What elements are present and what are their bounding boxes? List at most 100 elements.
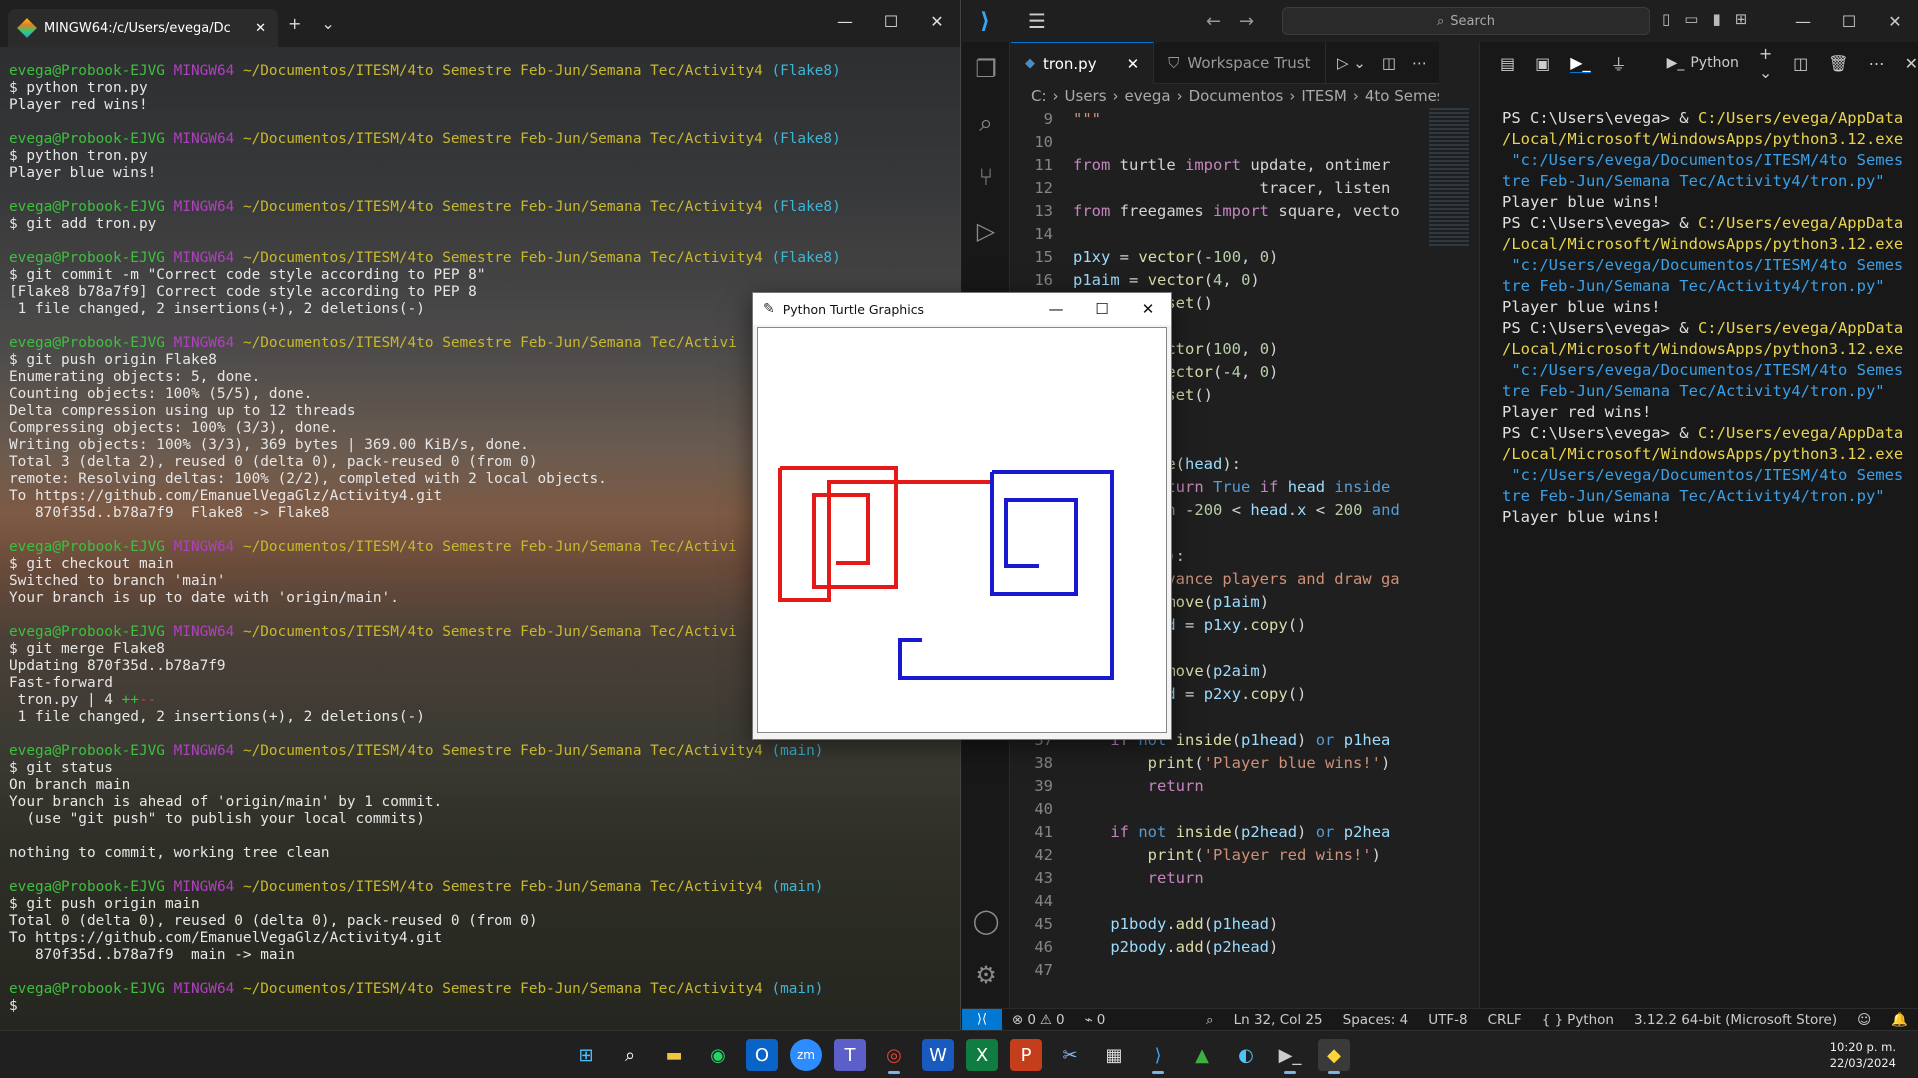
turtle-close-button[interactable]: ✕ [1125, 293, 1171, 325]
code-line[interactable]: 11 from turtle import update, ontimer [1011, 154, 1401, 177]
split-terminal-icon[interactable]: ◫ [1793, 54, 1808, 73]
output-icon[interactable]: ▣ [1535, 54, 1550, 73]
menu-icon[interactable]: ☰ [1028, 9, 1046, 33]
back-icon[interactable]: ← [1206, 11, 1221, 32]
command-search-input[interactable]: ⌕ Search [1282, 7, 1650, 35]
code-line[interactable]: 13 from freegames import square, vecto [1011, 200, 1401, 223]
customize-layout-icon[interactable]: ⊞ [1735, 10, 1748, 28]
breadcrumb-item[interactable]: 4to Semestre Feb [1365, 87, 1439, 105]
code-line[interactable]: 47 [1011, 959, 1401, 982]
code-line[interactable]: 41 if not inside(p2head) or p2hea [1011, 821, 1401, 844]
python-taskbar-icon[interactable]: ◆ [1318, 1039, 1350, 1074]
teams-icon[interactable]: T [834, 1039, 866, 1071]
more-actions-icon[interactable]: ⋯ [1869, 54, 1885, 73]
code-line[interactable]: 43 return [1011, 867, 1401, 890]
code-line[interactable]: 38 print('Player blue wins!') [1011, 752, 1401, 775]
whatsapp-icon[interactable]: ◉ [702, 1039, 734, 1071]
cursor-position[interactable]: Ln 32, Col 25 [1224, 1012, 1333, 1028]
terminal-tab[interactable]: MINGW64:/c/Users/evega/Dc ✕ [8, 9, 278, 47]
toggle-secondary-sidebar-icon[interactable]: ▮ [1712, 10, 1720, 28]
new-tab-button[interactable]: + [278, 14, 311, 33]
code-line[interactable]: 44 [1011, 890, 1401, 913]
word-icon[interactable]: W [922, 1039, 954, 1071]
close-panel-icon[interactable]: ✕ [1905, 54, 1918, 73]
minimize-button[interactable]: — [822, 0, 868, 42]
snipping-tool-icon[interactable]: ✂ [1054, 1039, 1086, 1071]
more-actions-icon[interactable]: ⋯ [1412, 54, 1427, 72]
code-line[interactable]: 9 """ [1011, 108, 1401, 131]
code-line[interactable]: 12 tracer, listen [1011, 177, 1401, 200]
edge-icon[interactable]: ◐ [1230, 1039, 1262, 1071]
breadcrumb-item[interactable]: evega [1125, 87, 1171, 105]
vscode-minimize-button[interactable]: — [1780, 0, 1826, 42]
vscode-maximize-button[interactable]: ☐ [1826, 0, 1872, 42]
terminal-icon[interactable]: ▶_ [1570, 53, 1591, 73]
breadcrumb-item[interactable]: ITESM [1301, 87, 1347, 105]
excel-icon[interactable]: X [966, 1039, 998, 1071]
powerpoint-icon[interactable]: P [1010, 1039, 1042, 1071]
vscode-close-button[interactable]: ✕ [1872, 0, 1918, 42]
close-button[interactable]: ✕ [914, 0, 960, 42]
new-terminal-icon[interactable]: + ⌄ [1759, 44, 1773, 82]
tab-workspace-trust[interactable]: ⛉ Workspace Trust [1154, 42, 1326, 84]
code-line[interactable]: 40 [1011, 798, 1401, 821]
search-icon[interactable]: ⌕ [614, 1039, 646, 1071]
maximize-button[interactable]: ☐ [868, 0, 914, 42]
run-python-file-icon[interactable]: ▷ ⌄ [1337, 54, 1366, 72]
code-line[interactable]: 42 print('Player red wins!') [1011, 844, 1401, 867]
toggle-sidebar-icon[interactable]: ▯ [1662, 10, 1670, 28]
search-view-icon[interactable]: ⌕ [962, 96, 1010, 150]
zoom-icon[interactable]: ⌕ [1196, 1012, 1224, 1028]
split-editor-icon[interactable]: ◫ [1382, 54, 1396, 72]
code-line[interactable]: 46 p2body.add(p2head) [1011, 936, 1401, 959]
terminal-taskbar-icon[interactable]: ▶_ [1274, 1039, 1306, 1074]
code-line[interactable]: 39 return [1011, 775, 1401, 798]
tab-tron-py[interactable]: ◆ tron.py ✕ [1011, 42, 1155, 84]
vscode-taskbar-icon[interactable]: ⟩ [1142, 1039, 1174, 1074]
kill-terminal-icon[interactable]: 🗑 [1828, 54, 1848, 73]
language-mode[interactable]: { } Python [1532, 1012, 1624, 1028]
close-tab-icon[interactable]: ✕ [1127, 55, 1140, 73]
problems-icon[interactable]: ▤ [1500, 54, 1515, 73]
tab-dropdown-icon[interactable]: ⌄ [311, 14, 344, 33]
encoding[interactable]: UTF-8 [1418, 1012, 1477, 1028]
end-of-line[interactable]: CRLF [1478, 1012, 1532, 1028]
breadcrumb-item[interactable]: Users [1065, 87, 1107, 105]
start-icon[interactable]: ⊞ [570, 1039, 602, 1071]
breadcrumb-item[interactable]: C: [1031, 87, 1047, 105]
chrome-icon[interactable]: ◎ [878, 1039, 910, 1074]
run-debug-icon[interactable]: ▷ [962, 204, 1010, 258]
copilot-icon[interactable]: ☺ [1847, 1012, 1881, 1028]
notifications-icon[interactable]: 🔔 [1881, 1012, 1918, 1028]
source-control-icon[interactable]: ⑂ [962, 150, 1010, 204]
toggle-panel-icon[interactable]: ▭ [1684, 10, 1698, 28]
indentation[interactable]: Spaces: 4 [1333, 1012, 1419, 1028]
code-line[interactable]: 45 p1body.add(p1head) [1011, 913, 1401, 936]
turtle-minimize-button[interactable]: — [1033, 293, 1079, 325]
code-line[interactable]: 15 p1xy = vector(-100, 0) [1011, 246, 1401, 269]
calculator-icon[interactable]: ▦ [1098, 1039, 1130, 1071]
forward-icon[interactable]: → [1239, 11, 1254, 32]
remote-icon[interactable]: ⟩⟨ [962, 1008, 1002, 1031]
turtle-canvas[interactable] [757, 327, 1167, 733]
breadcrumb-item[interactable]: Documentos [1189, 87, 1284, 105]
outlook-icon[interactable]: O [746, 1039, 778, 1071]
code-line[interactable]: 14 [1011, 223, 1401, 246]
manage-gear-icon[interactable]: ⚙ [962, 948, 1010, 1002]
minimap[interactable] [1429, 108, 1469, 248]
zoom-app-icon[interactable]: zm [790, 1039, 822, 1071]
turtle-maximize-button[interactable]: ☐ [1079, 293, 1125, 325]
interpreter[interactable]: 3.12.2 64-bit (Microsoft Store) [1624, 1012, 1847, 1028]
close-tab-icon[interactable]: ✕ [255, 21, 266, 36]
problems-status[interactable]: ⊗ 0 ⚠ 0 [1002, 1012, 1075, 1028]
ports-status[interactable]: ⌁ 0 [1075, 1012, 1116, 1028]
accounts-icon[interactable]: ◯ [962, 894, 1010, 948]
explorer-icon[interactable]: ❐ [962, 42, 1010, 96]
vscode-terminal-output[interactable]: PS C:\Users\evega> & C:/Users/evega/AppD… [1480, 84, 1918, 528]
clock[interactable]: 10:20 p. m. 22/03/2024 [1830, 1039, 1896, 1071]
code-line[interactable]: 10 [1011, 131, 1401, 154]
ports-icon[interactable]: ⏚ [1611, 51, 1627, 75]
code-line[interactable]: 16 p1aim = vector(4, 0) [1011, 269, 1401, 292]
file-explorer-icon[interactable]: ▬ [658, 1039, 690, 1071]
anaconda-icon[interactable]: ▲ [1186, 1039, 1218, 1071]
